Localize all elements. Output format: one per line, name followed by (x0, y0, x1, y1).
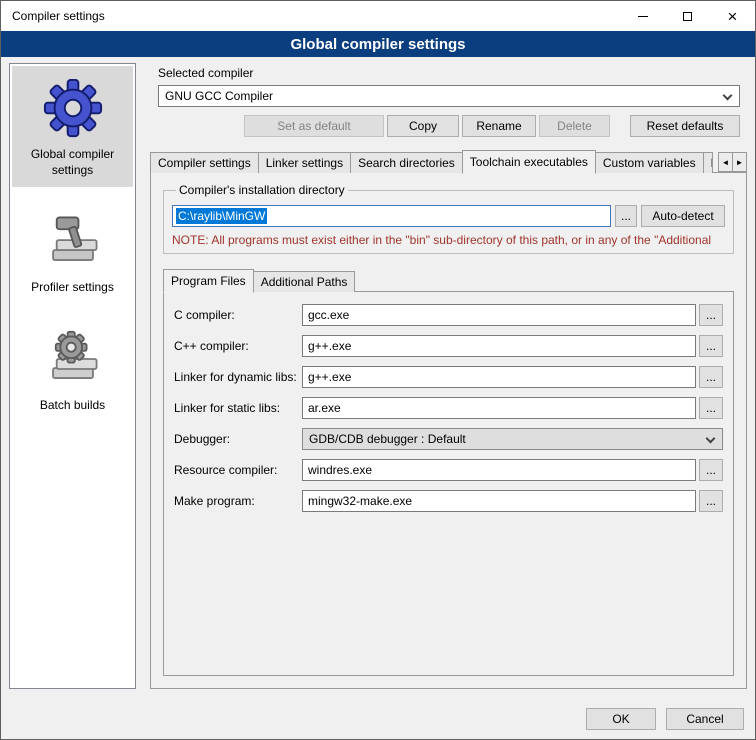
dynamic-linker-row: Linker for dynamic libs: g++.exe ... (174, 366, 723, 388)
cpp-compiler-browse-button[interactable]: ... (699, 335, 723, 357)
settings-tabs: Compiler settings Linker settings Search… (150, 149, 747, 173)
profiler-hammer-icon (44, 209, 102, 273)
cpp-compiler-input[interactable]: g++.exe (302, 335, 696, 357)
tab-build-options[interactable]: Buil (703, 152, 713, 173)
tab-compiler-settings[interactable]: Compiler settings (150, 152, 259, 173)
debugger-select-value: GDB/CDB debugger : Default (309, 432, 466, 446)
sidebar-item-batch-builds[interactable]: Batch builds (12, 317, 133, 423)
sidebar-item-label: Batch builds (40, 398, 105, 414)
static-linker-value: ar.exe (308, 401, 341, 415)
compiler-select-value: GNU GCC Compiler (165, 89, 273, 103)
resource-compiler-browse-button[interactable]: ... (699, 459, 723, 481)
installation-directory-input[interactable]: C:\raylib\MinGW (172, 205, 611, 227)
blue-gear-icon (42, 76, 104, 140)
window-controls: × (620, 1, 755, 31)
c-compiler-row: C compiler: gcc.exe ... (174, 304, 723, 326)
arrow-right-icon: ► (736, 158, 744, 167)
tab-custom-variables[interactable]: Custom variables (595, 152, 704, 173)
sidebar-item-global-compiler-settings[interactable]: Global compiler settings (12, 66, 133, 187)
arrow-left-icon: ◄ (722, 158, 730, 167)
make-program-browse-button[interactable]: ... (699, 490, 723, 512)
installation-directory-groupbox: Compiler's installation directory C:\ray… (163, 183, 734, 254)
tab-scroll-right-button[interactable]: ► (732, 152, 747, 172)
tab-scroll-left-button[interactable]: ◄ (718, 152, 733, 172)
resource-compiler-row: Resource compiler: windres.exe ... (174, 459, 723, 481)
compiler-settings-window: Compiler settings × Global compiler sett… (0, 0, 756, 740)
static-linker-label: Linker for static libs: (174, 401, 302, 415)
maximize-icon (683, 12, 692, 21)
c-compiler-value: gcc.exe (308, 308, 349, 322)
ok-button[interactable]: OK (586, 708, 656, 730)
tab-linker-settings[interactable]: Linker settings (258, 152, 351, 173)
copy-button[interactable]: Copy (387, 115, 459, 137)
compiler-select[interactable]: GNU GCC Compiler (158, 85, 740, 107)
dynamic-linker-label: Linker for dynamic libs: (174, 370, 302, 384)
minimize-icon (638, 16, 648, 17)
sidebar-item-label: Global compiler settings (15, 147, 130, 178)
browse-directory-button[interactable]: ... (615, 205, 637, 227)
close-icon: × (728, 8, 738, 25)
resource-compiler-label: Resource compiler: (174, 463, 302, 477)
dialog-footer: OK Cancel (586, 708, 744, 730)
selected-text: C:\raylib\MinGW (176, 208, 267, 224)
gray-gear-icon (44, 327, 102, 391)
sidebar-item-profiler-settings[interactable]: Profiler settings (12, 199, 133, 305)
compiler-actions: Set as default Copy Rename Delete Reset … (158, 115, 740, 137)
dynamic-linker-browse-button[interactable]: ... (699, 366, 723, 388)
c-compiler-input[interactable]: gcc.exe (302, 304, 696, 326)
window-title: Compiler settings (1, 9, 620, 23)
category-list: Global compiler settings Profiler settin… (9, 63, 136, 689)
debugger-row: Debugger: GDB/CDB debugger : Default (174, 428, 723, 450)
title-bar: Compiler settings × (1, 1, 755, 31)
resource-compiler-input[interactable]: windres.exe (302, 459, 696, 481)
make-program-input[interactable]: mingw32-make.exe (302, 490, 696, 512)
debugger-select[interactable]: GDB/CDB debugger : Default (302, 428, 723, 450)
make-program-label: Make program: (174, 494, 302, 508)
maximize-button[interactable] (665, 1, 710, 31)
c-compiler-browse-button[interactable]: ... (699, 304, 723, 326)
set-as-default-button[interactable]: Set as default (244, 115, 384, 137)
installation-directory-label: Compiler's installation directory (176, 183, 348, 197)
cancel-button[interactable]: Cancel (666, 708, 744, 730)
program-tabs: Program Files Additional Paths (163, 268, 734, 292)
resource-compiler-value: windres.exe (308, 463, 372, 477)
toolchain-executables-panel: Compiler's installation directory C:\ray… (150, 172, 747, 689)
c-compiler-label: C compiler: (174, 308, 302, 322)
cpp-compiler-value: g++.exe (308, 339, 351, 353)
chevron-down-icon (706, 434, 716, 444)
static-linker-row: Linker for static libs: ar.exe ... (174, 397, 723, 419)
tab-program-files[interactable]: Program Files (163, 269, 254, 293)
delete-button[interactable]: Delete (539, 115, 610, 137)
auto-detect-button[interactable]: Auto-detect (641, 205, 725, 227)
make-program-row: Make program: mingw32-make.exe ... (174, 490, 723, 512)
static-linker-input[interactable]: ar.exe (302, 397, 696, 419)
main-panel: Selected compiler GNU GCC Compiler Set a… (150, 63, 747, 689)
dialog-header: Global compiler settings (1, 31, 755, 57)
debugger-label: Debugger: (174, 432, 302, 446)
dynamic-linker-input[interactable]: g++.exe (302, 366, 696, 388)
tab-scroll-buttons: ◄ ► (718, 152, 747, 172)
cpp-compiler-label: C++ compiler: (174, 339, 302, 353)
make-program-value: mingw32-make.exe (308, 494, 412, 508)
minimize-button[interactable] (620, 1, 665, 31)
static-linker-browse-button[interactable]: ... (699, 397, 723, 419)
cpp-compiler-row: C++ compiler: g++.exe ... (174, 335, 723, 357)
selected-compiler-label: Selected compiler (158, 66, 747, 80)
program-files-panel: C compiler: gcc.exe ... C++ compiler: g+… (163, 291, 734, 676)
installation-directory-row: C:\raylib\MinGW ... Auto-detect (172, 205, 725, 227)
sidebar-item-label: Profiler settings (31, 280, 114, 296)
bin-subdirectory-note: NOTE: All programs must exist either in … (172, 233, 725, 247)
close-button[interactable]: × (710, 1, 755, 31)
tab-search-directories[interactable]: Search directories (350, 152, 463, 173)
rename-button[interactable]: Rename (462, 115, 536, 137)
tab-toolchain-executables[interactable]: Toolchain executables (462, 150, 596, 174)
chevron-down-icon (723, 91, 733, 101)
tab-additional-paths[interactable]: Additional Paths (253, 271, 356, 292)
reset-defaults-button[interactable]: Reset defaults (630, 115, 740, 137)
dynamic-linker-value: g++.exe (308, 370, 351, 384)
